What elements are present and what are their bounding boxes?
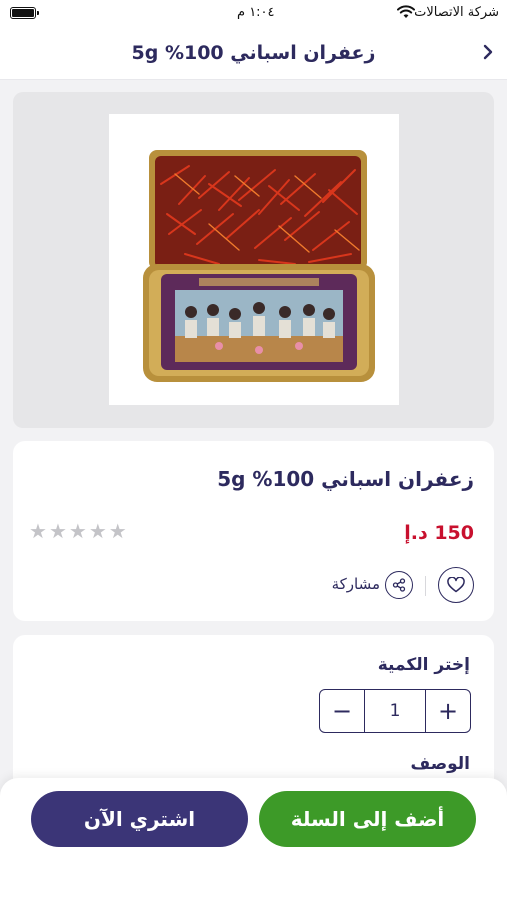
star-icon: ★ [108, 519, 127, 543]
product-info-card: زعفران اسباني 100% 5g 150 د.إ ★ ★ ★ ★ ★ [13, 441, 494, 621]
wishlist-button[interactable] [438, 567, 474, 603]
quantity-stepper: − 1 + [319, 689, 471, 733]
battery-icon [10, 7, 39, 19]
heart-icon [447, 577, 465, 593]
star-icon: ★ [29, 519, 47, 543]
quantity-value[interactable]: 1 [364, 690, 426, 732]
buy-now-button[interactable]: اشتري الآن [31, 791, 248, 847]
description-label: الوصف [410, 754, 470, 774]
star-icon: ★ [68, 519, 87, 543]
wifi-icon [397, 5, 415, 23]
decrease-button[interactable]: − [320, 690, 364, 732]
carrier-name: شركة الاتصالات [414, 5, 499, 20]
product-name: زعفران اسباني 100% 5g [217, 467, 474, 491]
share-button[interactable] [384, 567, 414, 603]
status-time: ١:٠٤ م [237, 5, 275, 20]
quantity-label: إختر الكمية [377, 655, 470, 675]
add-to-cart-button[interactable]: أضف إلى السلة [259, 791, 476, 847]
divider [425, 576, 426, 596]
product-actions: مشاركة [13, 567, 494, 603]
product-image[interactable] [109, 114, 399, 405]
star-icon: ★ [48, 519, 67, 543]
product-price: 150 د.إ [404, 522, 474, 544]
share-icon [385, 571, 413, 599]
nav-bar: زعفران اسباني 100% 5g [0, 28, 507, 80]
share-label[interactable]: مشاركة [332, 575, 380, 593]
increase-button[interactable]: + [426, 690, 470, 732]
rating-stars: ★ ★ ★ ★ ★ [29, 521, 127, 541]
star-icon: ★ [88, 519, 107, 543]
chevron-right-icon[interactable] [483, 44, 493, 64]
bottom-action-bar: اشتري الآن أضف إلى السلة [0, 778, 507, 900]
product-image-card [13, 92, 494, 428]
page-title: زعفران اسباني 100% 5g [131, 42, 376, 64]
status-bar: ١:٠٤ م شركة الاتصالات [0, 0, 507, 28]
